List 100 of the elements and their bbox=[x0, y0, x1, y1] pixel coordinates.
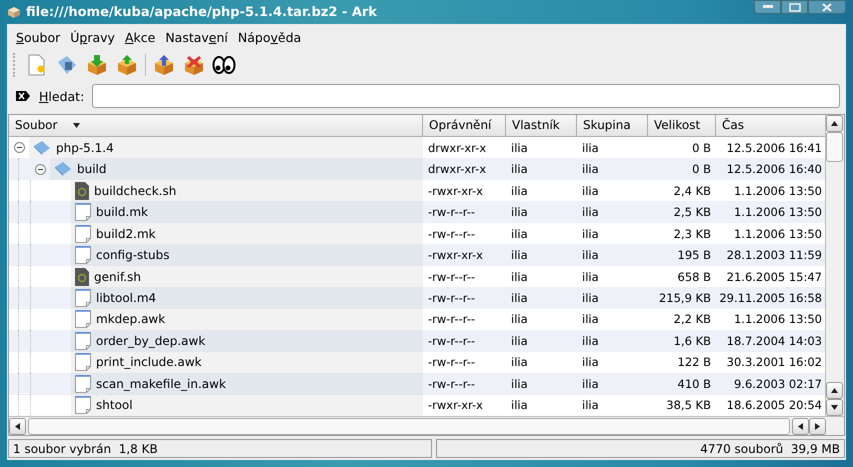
window-title: file:///home/kuba/apache/php-5.1.4.tar.bz2 - Ark bbox=[26, 4, 378, 20]
time-cell-text: 1.1.2006 13:50 bbox=[732, 182, 823, 200]
file-name[interactable]: build bbox=[77, 162, 107, 176]
delete-button[interactable] bbox=[182, 53, 206, 77]
caret-left-icon bbox=[798, 422, 803, 430]
menu-item[interactable]: Soubor bbox=[11, 28, 66, 47]
scroll-right-button[interactable] bbox=[809, 418, 826, 434]
file-name[interactable]: libtool.m4 bbox=[96, 290, 156, 305]
scroll-thumb[interactable] bbox=[28, 418, 790, 434]
text-file-icon bbox=[75, 203, 91, 222]
permissions-cell-text: -rw-r--r-- bbox=[427, 376, 476, 393]
scroll-up-button[interactable] bbox=[826, 115, 843, 132]
collapse-toggle[interactable] bbox=[14, 142, 24, 154]
column-header[interactable]: Čas bbox=[716, 115, 825, 137]
scroll-down-button[interactable] bbox=[826, 399, 843, 416]
group-cell-text: ilia bbox=[581, 247, 600, 264]
maximize-button[interactable] bbox=[781, 0, 808, 14]
group-cell-text: ilia bbox=[581, 332, 600, 350]
box-cross-icon bbox=[183, 54, 205, 76]
column-header[interactable]: Oprávnění bbox=[423, 115, 506, 137]
search-label: Hledat: bbox=[39, 88, 84, 104]
group-cell-text: ilia bbox=[581, 290, 600, 307]
close-button[interactable] bbox=[808, 0, 846, 14]
box-down-arrow-icon bbox=[86, 54, 108, 76]
scroll-thumb[interactable] bbox=[826, 132, 843, 162]
owner-cell-text: ilia bbox=[510, 226, 529, 243]
file-name[interactable]: build.mk bbox=[96, 205, 148, 220]
size-cell-text: 2,3 KB bbox=[672, 226, 712, 243]
size-cell-text: 0 B bbox=[691, 161, 712, 178]
collapse-toggle[interactable] bbox=[34, 164, 46, 175]
file-name[interactable]: config-stubs bbox=[96, 248, 170, 262]
caret-up-icon bbox=[831, 121, 838, 126]
minimize-button[interactable] bbox=[754, 0, 781, 14]
size-cell-text: 38,5 KB bbox=[665, 397, 712, 414]
time-cell-text: 12.5.2006 16:41 bbox=[726, 140, 823, 157]
size-cell-text: 2,5 KB bbox=[672, 204, 712, 222]
size-cell-text: 410 B bbox=[676, 376, 712, 393]
file-name[interactable]: php-5.1.4 bbox=[56, 140, 114, 155]
column-header[interactable]: Velikost bbox=[648, 115, 716, 137]
caret-up-icon bbox=[831, 388, 838, 393]
owner-cell-text: ilia bbox=[510, 204, 529, 222]
size-cell-text: 195 B bbox=[676, 247, 712, 264]
file-name[interactable]: print_include.awk bbox=[96, 355, 202, 370]
menu-item[interactable]: Nápověda bbox=[232, 28, 306, 47]
extract-button[interactable] bbox=[85, 53, 109, 77]
archive-icon bbox=[33, 140, 51, 156]
time-cell-text: 29.11.2005 16:58 bbox=[718, 290, 823, 307]
open-button[interactable] bbox=[55, 53, 79, 77]
time-cell-text: 21.6.2005 15:47 bbox=[726, 268, 823, 286]
file-name[interactable]: shtool bbox=[96, 398, 133, 412]
column-header[interactable]: Skupina bbox=[577, 115, 648, 137]
scroll-left-button[interactable] bbox=[9, 418, 26, 434]
minimize-icon bbox=[762, 5, 772, 9]
permissions-cell-text: -rw-r--r-- bbox=[427, 204, 476, 222]
menu-item[interactable]: Nastavení bbox=[160, 28, 233, 47]
file-name[interactable]: genif.sh bbox=[94, 270, 141, 284]
time-cell-text: 1.1.2006 13:50 bbox=[732, 311, 823, 328]
time-cell-text: 18.6.2005 20:54 bbox=[726, 397, 823, 414]
group-cell-text: ilia bbox=[581, 397, 600, 414]
menu-item[interactable]: Úpravy bbox=[65, 28, 120, 47]
clear-icon[interactable] bbox=[15, 90, 31, 102]
owner-cell-text: ilia bbox=[510, 140, 529, 157]
box-arrows-icon bbox=[116, 54, 138, 76]
permissions-cell-text: -rw-r--r-- bbox=[427, 354, 476, 372]
column-header[interactable]: Soubor bbox=[9, 115, 423, 137]
owner-cell-text: ilia bbox=[510, 354, 529, 372]
text-file-icon bbox=[75, 396, 91, 414]
group-cell-text: ilia bbox=[581, 311, 600, 328]
time-cell-text: 28.1.2003 11:59 bbox=[726, 247, 823, 264]
permissions-cell-text: -rw-r--r-- bbox=[427, 226, 476, 243]
owner-cell-text: ilia bbox=[510, 268, 529, 286]
permissions-cell-text: -rwxr-xr-x bbox=[427, 182, 484, 200]
group-cell-text: ilia bbox=[581, 226, 600, 243]
owner-cell-text: ilia bbox=[510, 332, 529, 350]
file-name[interactable]: mkdep.awk bbox=[96, 312, 166, 326]
group-cell-text: ilia bbox=[581, 161, 600, 178]
add-button[interactable] bbox=[115, 53, 139, 77]
permissions-cell-text: -rwxr-xr-x bbox=[427, 247, 484, 264]
owner-cell-text: ilia bbox=[510, 376, 529, 393]
permissions-cell-text: -rwxr-xr-x bbox=[427, 397, 484, 414]
group-cell-text: ilia bbox=[581, 204, 600, 222]
text-file-icon bbox=[75, 353, 91, 372]
caret-down-icon bbox=[831, 405, 838, 410]
owner-cell-text: ilia bbox=[510, 397, 529, 414]
menu-item[interactable]: Akce bbox=[120, 28, 160, 47]
close-icon bbox=[822, 2, 832, 12]
group-cell-text: ilia bbox=[581, 140, 600, 157]
column-header[interactable]: Vlastník bbox=[506, 115, 577, 137]
file-name[interactable]: buildcheck.sh bbox=[94, 184, 176, 198]
eyes-button[interactable] bbox=[212, 53, 236, 77]
group-cell-text: ilia bbox=[581, 354, 600, 372]
file-name[interactable]: build2.mk bbox=[96, 226, 156, 241]
size-cell-text: 658 B bbox=[676, 268, 712, 286]
time-cell-text: 1.1.2006 13:50 bbox=[732, 204, 823, 222]
box-up-arrow-icon bbox=[153, 54, 175, 76]
scroll-up-button[interactable] bbox=[826, 382, 843, 399]
scroll-left-button[interactable] bbox=[792, 418, 809, 434]
text-file-icon bbox=[75, 332, 91, 350]
search-field[interactable] bbox=[92, 84, 840, 108]
view-button[interactable] bbox=[152, 53, 176, 77]
